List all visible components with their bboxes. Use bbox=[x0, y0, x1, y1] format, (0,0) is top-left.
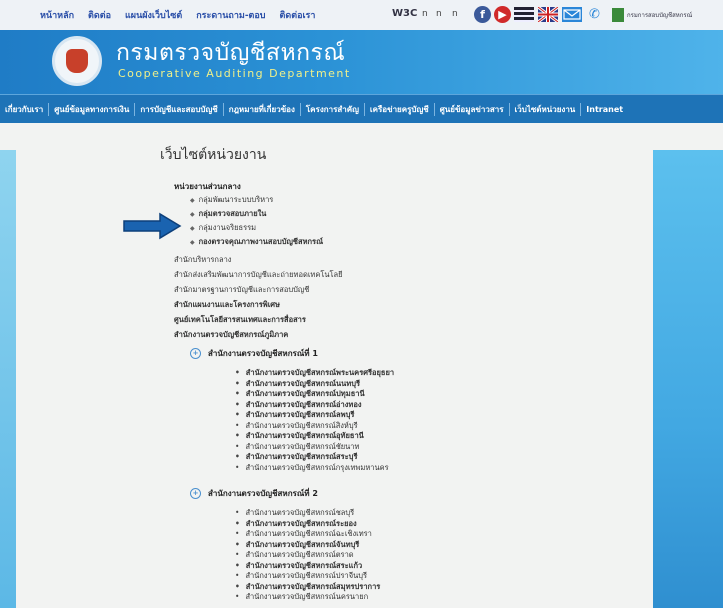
expand-circle-icon[interactable]: + bbox=[190, 488, 201, 499]
main-nav-finance-center[interactable]: ศูนย์ข้อมูลทางการเงิน bbox=[49, 102, 136, 116]
list-item[interactable]: สำนักบริหารกลาง bbox=[174, 252, 343, 267]
email-icon[interactable] bbox=[562, 7, 582, 22]
top-nav-contact[interactable]: ติดต่อ bbox=[88, 8, 111, 22]
list-item[interactable]: สำนักงานตรวจบัญชีสหกรณ์สมุทรปราการ bbox=[235, 582, 381, 593]
central-units-list: กลุ่มพัฒนาระบบบริหาร กลุ่มตรวจสอบภายใน ก… bbox=[190, 193, 323, 249]
list-item[interactable]: สำนักงานตรวจบัญชีสหกรณ์สระแก้ว bbox=[235, 561, 380, 572]
site-subtitle: Cooperative Auditing Department bbox=[118, 67, 351, 80]
list-item[interactable]: สำนักงานตรวจบัญชีสหกรณ์ตราด bbox=[235, 550, 380, 561]
main-nav-unit-websites[interactable]: เว็บไซต์หน่วยงาน bbox=[510, 102, 582, 116]
text-size-mark[interactable]: n bbox=[436, 9, 442, 19]
list-item[interactable]: สำนักงานตรวจบัญชีสหกรณ์อ่างทอง bbox=[235, 400, 394, 411]
list-item[interactable]: สำนักงานตรวจบัญชีสหกรณ์ฉะเชิงเทรา bbox=[235, 529, 380, 540]
department-seal-icon[interactable] bbox=[52, 36, 102, 86]
list-item[interactable]: สำนักส่งเสริมพัฒนาการบัญชีและถ่ายทอดเทคโ… bbox=[174, 267, 343, 282]
site-title[interactable]: กรมตรวจบัญชีสหกรณ์ bbox=[116, 35, 345, 71]
expand-circle-icon[interactable]: + bbox=[190, 348, 201, 359]
org-logo-icon bbox=[612, 8, 624, 22]
main-nav-laws[interactable]: กฎหมายที่เกี่ยวข้อง bbox=[224, 102, 301, 116]
list-item[interactable]: สำนักงานตรวจบัญชีสหกรณ์ชลบุรี bbox=[235, 508, 380, 519]
top-nav-qa[interactable]: กระดานถาม-ตอบ bbox=[196, 8, 265, 22]
list-item[interactable]: สำนักงานตรวจบัญชีสหกรณ์ระยอง bbox=[235, 519, 380, 530]
region-2-label: สำนักงานตรวจบัญชีสหกรณ์ที่ 2 bbox=[208, 489, 318, 498]
w3c-badge: W3C bbox=[392, 8, 418, 19]
page-title: เว็บไซต์หน่วยงาน bbox=[160, 147, 267, 163]
left-decoration bbox=[0, 150, 16, 608]
list-item[interactable]: สำนักงานตรวจบัญชีสหกรณ์ลพบุรี bbox=[235, 410, 394, 421]
list-item[interactable]: กลุ่มตรวจสอบภายใน bbox=[190, 207, 323, 221]
content-area: เว็บไซต์หน่วยงาน bbox=[160, 140, 580, 166]
uk-flag-icon[interactable] bbox=[537, 5, 559, 24]
list-item[interactable]: สำนักงานตรวจบัญชีสหกรณ์จันทบุรี bbox=[235, 540, 380, 551]
text-size-mark[interactable]: n bbox=[422, 9, 428, 19]
region-2-list: สำนักงานตรวจบัญชีสหกรณ์ชลบุรี สำนักงานตร… bbox=[235, 508, 380, 603]
header-banner: กรมตรวจบัญชีสหกรณ์ Cooperative Auditing … bbox=[0, 30, 723, 94]
region-1-label: สำนักงานตรวจบัญชีสหกรณ์ที่ 1 bbox=[208, 349, 318, 358]
facebook-icon[interactable]: f bbox=[474, 6, 491, 23]
list-item[interactable]: กลุ่มพัฒนาระบบบริหาร bbox=[190, 193, 323, 207]
top-nav-contact-us[interactable]: ติดต่อเรา bbox=[280, 8, 316, 22]
list-item[interactable]: สำนักงานตรวจบัญชีสหกรณ์กรุงเทพมหานคร bbox=[235, 463, 394, 474]
list-item[interactable]: ศูนย์เทคโนโลยีสารสนเทศและการสื่อสาร bbox=[174, 312, 343, 327]
main-nav-accounting[interactable]: การบัญชีและสอบบัญชี bbox=[135, 102, 224, 116]
list-item[interactable]: สำนักงานตรวจบัญชีสหกรณ์ปราจีนบุรี bbox=[235, 571, 380, 582]
top-nav: หน้าหลัก ติดต่อ แผนผังเว็บไซต์ กระดานถาม… bbox=[40, 8, 315, 22]
main-nav: เกี่ยวกับเรา ศูนย์ข้อมูลทางการเงิน การบั… bbox=[0, 94, 723, 123]
top-nav-home[interactable]: หน้าหลัก bbox=[40, 8, 74, 22]
top-nav-sitemap[interactable]: แผนผังเว็บไซต์ bbox=[125, 8, 182, 22]
main-nav-projects[interactable]: โครงการสำคัญ bbox=[301, 102, 365, 116]
list-item[interactable]: กองตรวจคุณภาพงานสอบบัญชีสหกรณ์ bbox=[190, 235, 323, 249]
main-nav-teacher-network[interactable]: เครือข่ายครูบัญชี bbox=[365, 102, 435, 116]
top-bar: หน้าหลัก ติดต่อ แผนผังเว็บไซต์ กระดานถาม… bbox=[0, 0, 723, 30]
list-item[interactable]: สำนักงานตรวจบัญชีสหกรณ์พระนครศรีอยุธยา bbox=[235, 368, 394, 379]
list-item[interactable]: สำนักงานตรวจบัญชีสหกรณ์สระบุรี bbox=[235, 452, 394, 463]
main-nav-intranet[interactable]: Intranet bbox=[581, 105, 628, 114]
right-decoration bbox=[653, 150, 723, 608]
menu-icon[interactable] bbox=[514, 7, 534, 22]
list-item[interactable]: สำนักงานตรวจบัญชีสหกรณ์ปทุมธานี bbox=[235, 389, 394, 400]
list-item[interactable]: สำนักแผนงานและโครงการพิเศษ bbox=[174, 297, 343, 312]
list-item[interactable]: สำนักงานตรวจบัญชีสหกรณ์อุทัยธานี bbox=[235, 431, 394, 442]
list-item[interactable]: สำนักงานตรวจบัญชีสหกรณ์นครนายก bbox=[235, 592, 380, 603]
region-2-heading[interactable]: + สำนักงานตรวจบัญชีสหกรณ์ที่ 2 bbox=[190, 487, 318, 500]
text-size-mark[interactable]: n bbox=[452, 9, 458, 19]
region-1-list: สำนักงานตรวจบัญชีสหกรณ์พระนครศรีอยุธยา ส… bbox=[235, 368, 394, 473]
main-nav-about[interactable]: เกี่ยวกับเรา bbox=[0, 102, 50, 116]
list-item[interactable]: สำนักงานตรวจบัญชีสหกรณ์สิงห์บุรี bbox=[235, 421, 394, 432]
region-1-heading[interactable]: + สำนักงานตรวจบัญชีสหกรณ์ที่ 1 bbox=[190, 347, 318, 360]
list-item[interactable]: สำนักงานตรวจบัญชีสหกรณ์นนทบุรี bbox=[235, 379, 394, 390]
central-units-heading: หน่วยงานส่วนกลาง bbox=[174, 182, 241, 191]
youtube-icon[interactable]: ▶ bbox=[494, 6, 511, 23]
org-link-label: กรมการสอบบัญชีสหกรณ์ bbox=[627, 12, 693, 19]
phone-icon[interactable]: ✆ bbox=[586, 6, 603, 23]
list-item[interactable]: สำนักงานตรวจบัญชีสหกรณ์ภูมิภาค bbox=[174, 327, 343, 342]
right-arrow-icon bbox=[123, 212, 182, 240]
main-nav-info-center[interactable]: ศูนย์ข้อมูลข่าวสาร bbox=[435, 102, 510, 116]
org-link[interactable]: กรมการสอบบัญชีสหกรณ์ bbox=[612, 8, 692, 22]
list-item[interactable]: กลุ่มงานจริยธรรม bbox=[190, 221, 323, 235]
list-item[interactable]: สำนักงานตรวจบัญชีสหกรณ์ชัยนาท bbox=[235, 442, 394, 453]
list-item[interactable]: สำนักมาตรฐานการบัญชีและการสอบบัญชี bbox=[174, 282, 343, 297]
offices-list: สำนักบริหารกลาง สำนักส่งเสริมพัฒนาการบัญ… bbox=[174, 252, 343, 342]
